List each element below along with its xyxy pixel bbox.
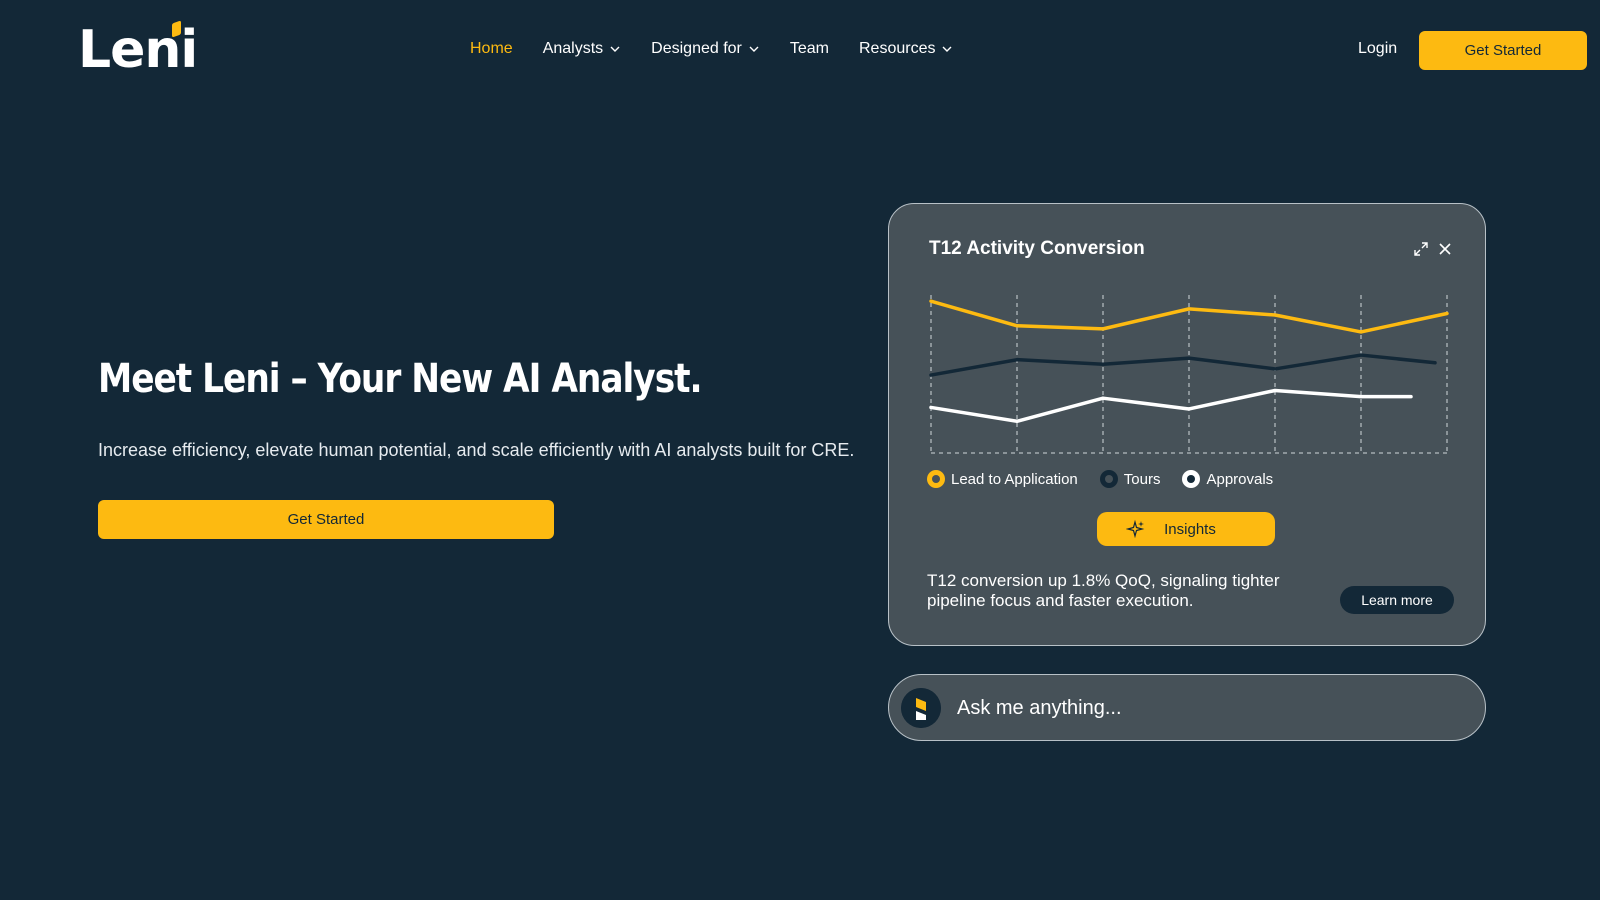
legend-approvals[interactable]: Approvals	[1182, 470, 1273, 488]
legend-label: Lead to Application	[951, 470, 1078, 488]
chart-legend: Lead to Application Tours Approvals	[927, 470, 1295, 488]
nav-designed-for-label: Designed for	[651, 40, 742, 57]
login-link[interactable]: Login	[1358, 36, 1397, 62]
legend-label: Tours	[1123, 470, 1161, 488]
leni-logo[interactable]: Leni	[78, 20, 198, 80]
insights-button[interactable]: Insights	[1097, 512, 1275, 546]
main-nav: Home Analysts Designed for Team Resource…	[470, 36, 983, 62]
chevron-down-icon	[610, 46, 620, 52]
learn-more-button[interactable]: Learn more	[1340, 586, 1454, 614]
insights-label: Insights	[1164, 520, 1216, 538]
legend-marker-white	[1182, 470, 1201, 488]
legend-lead-to-application[interactable]: Lead to Application	[927, 470, 1078, 488]
header-get-started-button[interactable]: Get Started	[1419, 31, 1587, 70]
ask-input[interactable]	[957, 691, 1457, 725]
nav-analysts[interactable]: Analysts	[543, 36, 621, 62]
legend-marker-dark	[1099, 470, 1118, 488]
legend-tours[interactable]: Tours	[1099, 470, 1161, 488]
hero-get-started-button[interactable]: Get Started	[98, 500, 554, 539]
chart-card: T12 Activity Conversion Lead to Applicat…	[888, 203, 1486, 646]
insight-summary: T12 conversion up 1.8% QoQ, signaling ti…	[927, 571, 1280, 610]
nav-team[interactable]: Team	[790, 36, 829, 62]
line-chart	[929, 295, 1449, 454]
chart-title: T12 Activity Conversion	[929, 238, 1145, 259]
nav-home[interactable]: Home	[470, 36, 513, 62]
close-icon[interactable]	[1436, 240, 1454, 258]
series-line-approvals	[929, 388, 1413, 424]
leni-avatar-icon	[901, 688, 941, 728]
nav-home-label: Home	[470, 40, 513, 57]
hero-title: Meet Leni – Your New AI Analyst.	[98, 356, 703, 402]
series-line-tours	[929, 353, 1437, 377]
hero-subtitle: Increase efficiency, elevate human poten…	[98, 440, 855, 460]
nav-designed-for[interactable]: Designed for	[651, 36, 760, 62]
nav-resources-label: Resources	[859, 40, 936, 57]
nav-analysts-label: Analysts	[542, 40, 604, 57]
chevron-down-icon	[942, 46, 952, 52]
legend-label: Approvals	[1206, 470, 1274, 488]
legend-marker-yellow	[927, 470, 945, 488]
nav-resources[interactable]: Resources	[859, 36, 953, 62]
sparkle-icon	[1126, 519, 1145, 539]
ask-bar[interactable]	[888, 674, 1486, 741]
expand-icon[interactable]	[1412, 240, 1430, 258]
chevron-down-icon	[749, 46, 759, 52]
nav-team-label: Team	[789, 40, 829, 57]
